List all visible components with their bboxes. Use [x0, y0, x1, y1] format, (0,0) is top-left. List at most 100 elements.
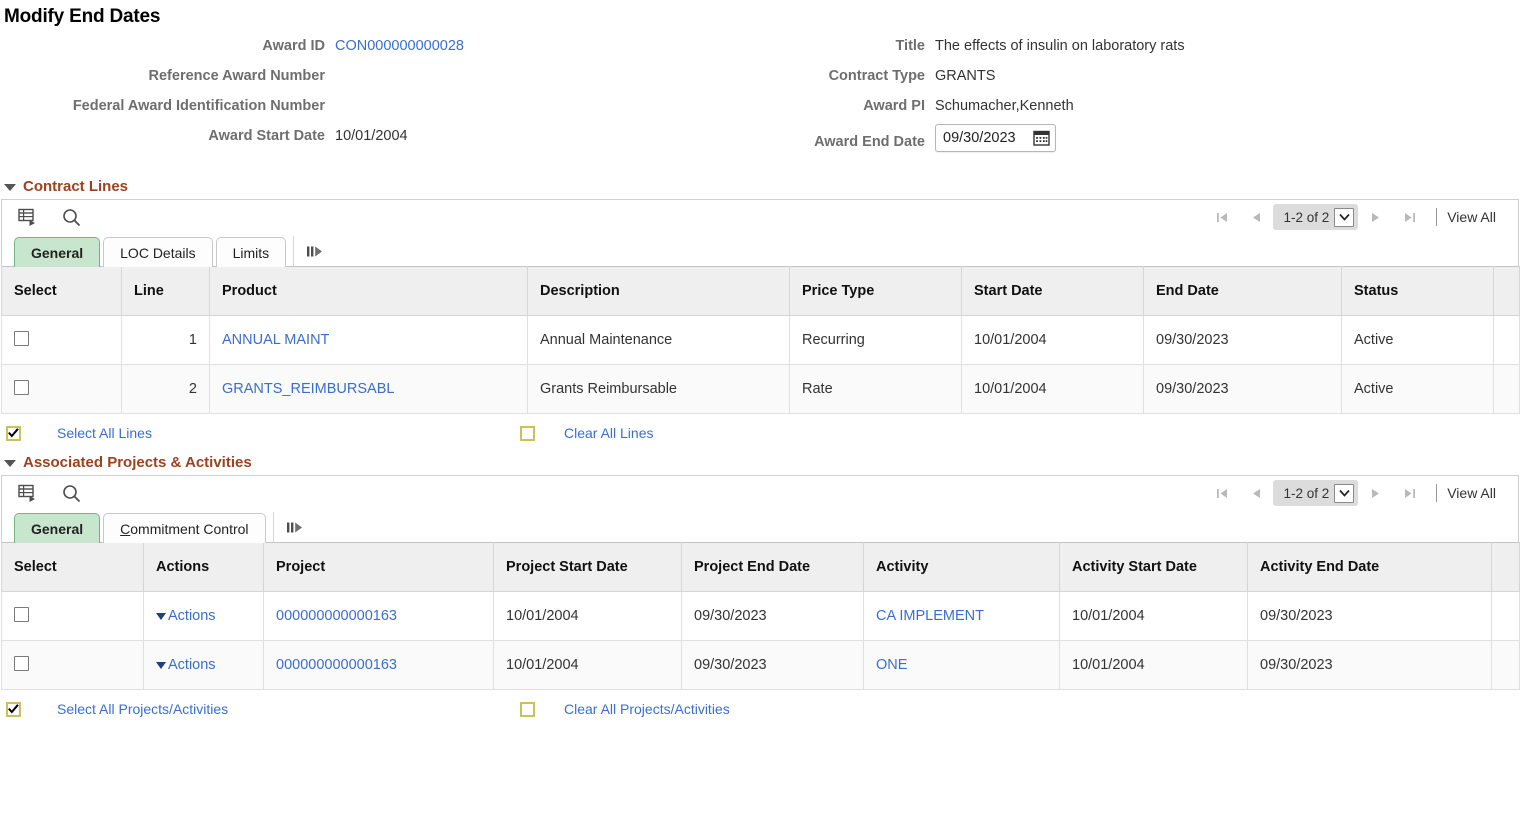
grid-personalize-icon[interactable] — [16, 206, 38, 228]
view-all-link[interactable]: View All — [1447, 485, 1506, 501]
award-start-date-value: 10/01/2004 — [335, 128, 408, 144]
row-select-checkbox[interactable] — [14, 331, 29, 346]
cell-end-date: 09/30/2023 — [1144, 365, 1342, 414]
actions-dropdown-icon[interactable] — [156, 613, 166, 620]
cell-select — [2, 592, 144, 641]
tab-loc-details[interactable]: LOC Details — [103, 237, 212, 267]
select-all-lines-group[interactable]: Select All Lines — [6, 425, 516, 441]
cell-actions: Actions — [144, 641, 264, 690]
field-award-pi: Award PI Schumacher,Kenneth — [700, 98, 1320, 114]
cell-start-date: 10/01/2004 — [962, 316, 1144, 365]
next-tabs-icon[interactable] — [273, 512, 311, 542]
tab-general[interactable]: General — [14, 513, 100, 543]
select-all-projects-group[interactable]: Select All Projects/Activities — [6, 701, 516, 717]
search-icon[interactable] — [60, 482, 82, 504]
actions-link[interactable]: Actions — [168, 657, 216, 673]
page-count-label: 1-2 of 2 — [1283, 486, 1329, 501]
clear-all-lines-link[interactable]: Clear All Lines — [564, 425, 654, 441]
select-all-lines-link[interactable]: Select All Lines — [57, 425, 152, 441]
chevron-down-icon[interactable] — [1334, 208, 1354, 227]
activity-link[interactable]: CA IMPLEMENT — [876, 608, 984, 624]
row-select-checkbox[interactable] — [14, 656, 29, 671]
collapse-triangle-icon[interactable] — [4, 184, 16, 191]
contract-type-value: GRANTS — [935, 68, 995, 84]
select-all-projects-link[interactable]: Select All Projects/Activities — [57, 701, 228, 717]
tab-commitment-control[interactable]: Commitment Control — [103, 513, 265, 543]
col-activity-end-date: Activity End Date — [1248, 543, 1492, 592]
view-all-link[interactable]: View All — [1447, 209, 1506, 225]
award-end-date-label: Award End Date — [700, 134, 935, 150]
activity-link[interactable]: ONE — [876, 657, 907, 673]
award-end-date-input-wrapper[interactable] — [935, 124, 1056, 152]
search-icon[interactable] — [60, 206, 82, 228]
cell-product: GRANTS_REIMBURSABL — [210, 365, 528, 414]
col-description: Description — [528, 267, 790, 316]
contract-lines-title: Contract Lines — [23, 178, 128, 195]
col-select: Select — [2, 543, 144, 592]
project-link[interactable]: 000000000000163 — [276, 657, 397, 673]
contract-lines-toolbar: 1-2 of 2 View All — [2, 200, 1518, 234]
row-select-checkbox[interactable] — [14, 380, 29, 395]
associated-projects-grid-container: 1-2 of 2 View All — [1, 475, 1519, 542]
cell-project: 000000000000163 — [264, 641, 494, 690]
project-link[interactable]: 000000000000163 — [276, 608, 397, 624]
previous-page-icon[interactable] — [1239, 480, 1273, 506]
clear-all-lines-group[interactable]: Clear All Lines — [520, 425, 654, 441]
collapse-triangle-icon[interactable] — [4, 460, 16, 467]
award-header-panel: Award ID CON000000000028 Reference Award… — [0, 38, 1522, 168]
award-id-link[interactable]: CON000000000028 — [335, 38, 464, 54]
select-all-projects-checkbox-icon[interactable] — [6, 702, 21, 717]
last-page-icon[interactable] — [1392, 204, 1426, 230]
row-select-checkbox[interactable] — [14, 607, 29, 622]
cell-project-end-date: 09/30/2023 — [682, 592, 864, 641]
cell-select — [2, 365, 122, 414]
cell-project-start-date: 10/01/2004 — [494, 592, 682, 641]
award-end-date-input[interactable] — [943, 130, 1027, 146]
contract-type-label: Contract Type — [700, 68, 935, 84]
contract-lines-select-bar: Select All Lines Clear All Lines — [0, 414, 1522, 452]
next-page-icon[interactable] — [1358, 204, 1392, 230]
field-title: Title The effects of insulin on laborato… — [700, 38, 1320, 54]
cell-project-start-date: 10/01/2004 — [494, 641, 682, 690]
previous-page-icon[interactable] — [1239, 204, 1273, 230]
contract-lines-grid-container: 1-2 of 2 View All — [1, 199, 1519, 266]
select-all-lines-checkbox-icon[interactable] — [6, 426, 21, 441]
table-header-row: Select Actions Project Project Start Dat… — [2, 543, 1520, 592]
tab-limits[interactable]: Limits — [216, 237, 287, 267]
table-header-row: Select Line Product Description Price Ty… — [2, 267, 1520, 316]
last-page-icon[interactable] — [1392, 480, 1426, 506]
next-tabs-icon[interactable] — [293, 236, 331, 266]
associated-projects-select-bar: Select All Projects/Activities Clear All… — [0, 690, 1522, 728]
clear-all-lines-checkbox-icon[interactable] — [520, 426, 535, 441]
field-federal-award-identification-number: Federal Award Identification Number — [0, 98, 700, 114]
product-link[interactable]: GRANTS_REIMBURSABL — [222, 381, 394, 397]
award-pi-label: Award PI — [700, 98, 935, 114]
award-pi-value: Schumacher,Kenneth — [935, 98, 1074, 114]
calendar-icon[interactable] — [1033, 130, 1050, 146]
next-page-icon[interactable] — [1358, 480, 1392, 506]
first-page-icon[interactable] — [1205, 480, 1239, 506]
page-title: Modify End Dates — [0, 0, 1522, 28]
contract-lines-tabstrip: General LOC Details Limits — [2, 234, 1518, 266]
actions-dropdown-icon[interactable] — [156, 662, 166, 669]
chevron-down-icon[interactable] — [1334, 484, 1354, 503]
page-count-selector[interactable]: 1-2 of 2 — [1273, 204, 1358, 230]
cell-activity: ONE — [864, 641, 1060, 690]
product-link[interactable]: ANNUAL MAINT — [222, 332, 329, 348]
associated-projects-pagination: 1-2 of 2 View All — [1205, 480, 1506, 506]
clear-all-projects-link[interactable]: Clear All Projects/Activities — [564, 701, 730, 717]
page-count-selector[interactable]: 1-2 of 2 — [1273, 480, 1358, 506]
section-header-contract-lines[interactable]: Contract Lines — [4, 178, 1522, 195]
col-project-end-date: Project End Date — [682, 543, 864, 592]
actions-link[interactable]: Actions — [168, 608, 216, 624]
award-id-label: Award ID — [0, 38, 335, 54]
contract-lines-table: Select Line Product Description Price Ty… — [1, 266, 1520, 414]
section-header-associated-projects[interactable]: Associated Projects & Activities — [4, 454, 1522, 471]
cell-activity-start-date: 10/01/2004 — [1060, 592, 1248, 641]
grid-personalize-icon[interactable] — [16, 482, 38, 504]
clear-all-projects-group[interactable]: Clear All Projects/Activities — [520, 701, 730, 717]
first-page-icon[interactable] — [1205, 204, 1239, 230]
pagination-divider — [1436, 484, 1437, 502]
tab-general[interactable]: General — [14, 237, 100, 267]
clear-all-projects-checkbox-icon[interactable] — [520, 702, 535, 717]
